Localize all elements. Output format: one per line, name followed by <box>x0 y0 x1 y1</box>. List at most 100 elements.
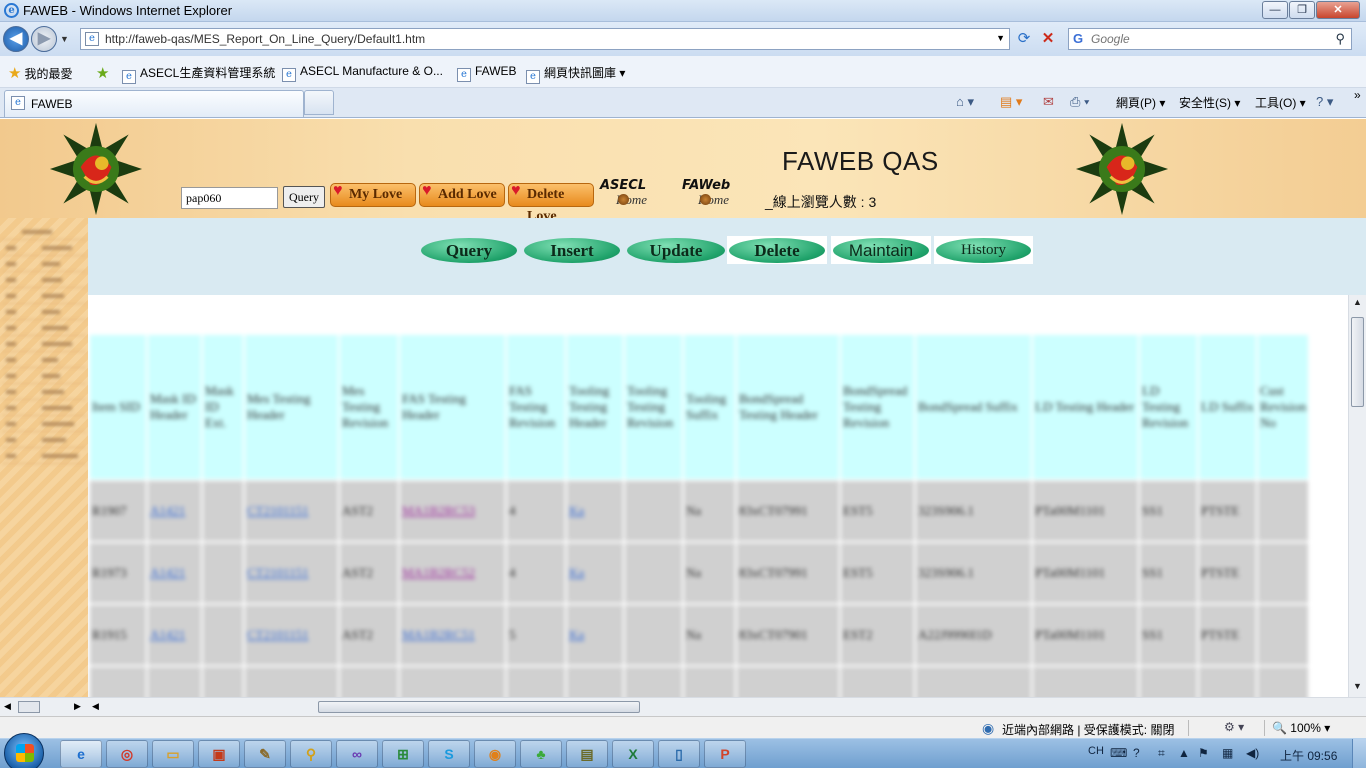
media-taskbar-icon[interactable]: ▣ <box>198 740 240 768</box>
column-header[interactable]: BondSpread Testing Revision <box>841 335 914 479</box>
column-header[interactable]: Tooling Testing Revision <box>625 335 682 479</box>
app-taskbar-icon-3[interactable]: ▤ <box>566 740 608 768</box>
vertical-scrollbar[interactable]: ▲ ▼ <box>1348 295 1366 697</box>
safety-menu[interactable]: 安全性(S) ▾ <box>1179 94 1240 111</box>
column-header[interactable]: Mes Testing Header <box>245 335 338 479</box>
address-field[interactable]: e http://faweb-qas/MES_Report_On_Line_Qu… <box>80 28 1010 50</box>
input-language[interactable]: CH <box>1088 745 1104 757</box>
column-header[interactable]: Item SID <box>90 335 146 479</box>
user-query-button[interactable]: Query <box>283 186 325 208</box>
fav-link-asecl-manufacture[interactable]: e ASECL Manufacture & O... <box>282 64 443 82</box>
maintain-button[interactable]: Maintain <box>833 238 929 263</box>
address-url[interactable]: http://faweb-qas/MES_Report_On_Line_Quer… <box>105 32 425 46</box>
scroll-up-icon[interactable]: ▲ <box>1353 297 1362 307</box>
print-icon[interactable]: ⎙ ▾ <box>1070 94 1089 110</box>
table-cell-link[interactable]: A1421 <box>148 543 201 603</box>
my-love-button[interactable]: ♥ My Love <box>330 182 416 207</box>
column-header[interactable]: FAS Testing Header <box>400 335 505 479</box>
column-header[interactable]: BondSpread Suffix <box>916 335 1031 479</box>
table-cell-link[interactable]: CT2101151 <box>245 605 338 665</box>
column-header[interactable]: Tooling Testing Header <box>567 335 623 479</box>
clover-taskbar-icon[interactable]: ♣ <box>520 740 562 768</box>
table-cell-link[interactable]: CT2101151 <box>245 481 338 541</box>
document-taskbar-icon[interactable]: ▯ <box>658 740 700 768</box>
ie-taskbar-icon[interactable]: e <box>60 740 102 768</box>
help-menu[interactable]: ? ▾ <box>1316 94 1333 110</box>
column-header[interactable]: Mask ID Ext. <box>203 335 243 479</box>
query-button[interactable]: Query <box>421 238 517 263</box>
add-favorites-icon[interactable]: ★ <box>96 64 112 82</box>
app-taskbar-icon-2[interactable]: ◉ <box>474 740 516 768</box>
powerpoint-taskbar-icon[interactable]: P <box>704 740 746 768</box>
page-menu[interactable]: 網頁(P) ▾ <box>1116 94 1165 111</box>
column-header[interactable]: LD Testing Header <box>1033 335 1138 479</box>
tray-expand-icon[interactable]: ▲ <box>1178 746 1190 760</box>
web-slice-gallery[interactable]: e 網頁快訊圖庫 ▾ <box>526 64 625 84</box>
explorer-taskbar-icon[interactable]: ▭ <box>152 740 194 768</box>
delete-button[interactable]: Delete <box>729 238 825 263</box>
fav-link-faweb[interactable]: e FAWEB <box>457 64 517 82</box>
notepad-taskbar-icon[interactable]: ✎ <box>244 740 286 768</box>
column-header[interactable]: BondSpread Testing Header <box>737 335 839 479</box>
column-header[interactable]: Cust Revision No <box>1258 335 1309 479</box>
delete-love-button[interactable]: ♥ Delete Love <box>508 182 594 224</box>
minimize-button[interactable]: — <box>1262 1 1288 19</box>
column-header[interactable]: LD Suffix <box>1199 335 1256 479</box>
zoom-level[interactable]: 🔍 100% ▾ <box>1272 721 1330 735</box>
visual-studio-taskbar-icon[interactable]: ∞ <box>336 740 378 768</box>
favorites-button[interactable]: ★ 我的最愛 <box>8 64 72 82</box>
search-taskbar-icon[interactable]: ⚲ <box>290 740 332 768</box>
tab-faweb[interactable]: e FAWEB <box>4 90 304 117</box>
security-zone[interactable]: 近端內部網路 | 受保護模式: 關閉 <box>1002 721 1174 738</box>
scroll-right-icon[interactable]: ▶ <box>74 701 81 712</box>
forward-button[interactable]: ▶ <box>31 26 57 52</box>
table-cell-link[interactable]: MA1B2RC51 <box>400 605 505 665</box>
mail-icon[interactable]: ✉ <box>1043 94 1054 110</box>
protected-mode-icon[interactable]: ⚙ ▾ <box>1224 720 1244 734</box>
table-cell-link[interactable]: Ka <box>567 543 623 603</box>
app-taskbar-icon[interactable]: ⊞ <box>382 740 424 768</box>
search-icon[interactable]: ⚲ <box>1335 31 1345 47</box>
chrome-taskbar-icon[interactable]: ◎ <box>106 740 148 768</box>
update-button[interactable]: Update <box>627 238 725 263</box>
scroll-down-icon[interactable]: ▼ <box>1353 681 1362 691</box>
scroll-left-icon[interactable]: ◀ <box>4 701 11 712</box>
help-icon[interactable]: ? <box>1133 746 1140 760</box>
table-cell-link[interactable]: MA1B2RC52 <box>400 543 505 603</box>
more-chevron-icon[interactable]: » <box>1354 88 1361 102</box>
history-dropdown-icon[interactable]: ▼ <box>60 34 69 44</box>
horizontal-scrollbar[interactable]: ◀ <box>88 697 1366 716</box>
action-center-icon[interactable]: ⚑ <box>1198 746 1209 760</box>
system-clock[interactable]: 上午 09:56 <box>1280 747 1337 764</box>
keyboard-icon[interactable]: ⌨ <box>1110 746 1127 760</box>
skype-taskbar-icon[interactable]: S <box>428 740 470 768</box>
history-button[interactable]: History <box>936 238 1031 263</box>
tools-menu[interactable]: 工具(O) ▾ <box>1255 94 1306 111</box>
start-button[interactable] <box>4 733 44 768</box>
table-cell-link[interactable]: MA1B2RC53 <box>400 481 505 541</box>
column-header[interactable]: FAS Testing Revision <box>507 335 565 479</box>
left-frame-scrollbar[interactable]: ◀ ▶ <box>0 697 88 716</box>
excel-taskbar-icon[interactable]: X <box>612 740 654 768</box>
asecl-home-link[interactable]: ASECL Home <box>600 179 647 207</box>
fav-link-asecl-system[interactable]: e ASECL生產資料管理系統 <box>122 64 275 84</box>
add-love-button[interactable]: ♥ Add Love <box>419 182 505 207</box>
show-desktop-button[interactable] <box>1352 739 1366 768</box>
column-header[interactable]: Tooling Suffix <box>684 335 735 479</box>
user-id-input[interactable] <box>181 187 278 209</box>
scroll-left-icon[interactable]: ◀ <box>92 701 99 712</box>
table-cell-link[interactable]: A1421 <box>148 605 201 665</box>
column-header[interactable]: LD Testing Revision <box>1140 335 1197 479</box>
table-cell-link[interactable]: A1421 <box>148 481 201 541</box>
new-tab-button[interactable] <box>304 90 334 115</box>
table-cell-link[interactable]: Ka <box>567 481 623 541</box>
scrollbar-thumb[interactable] <box>318 701 640 713</box>
column-header[interactable]: Mask ID Header <box>148 335 201 479</box>
maximize-button[interactable]: ❐ <box>1289 1 1315 19</box>
network-icon[interactable]: ▦ <box>1222 746 1233 760</box>
search-input[interactable] <box>1091 31 1321 47</box>
chevron-down-icon[interactable]: ▼ <box>996 33 1005 43</box>
scrollbar-thumb[interactable] <box>1351 317 1364 407</box>
close-button[interactable]: ✕ <box>1316 1 1360 19</box>
feeds-icon[interactable]: ▤ ▾ <box>1000 94 1022 110</box>
